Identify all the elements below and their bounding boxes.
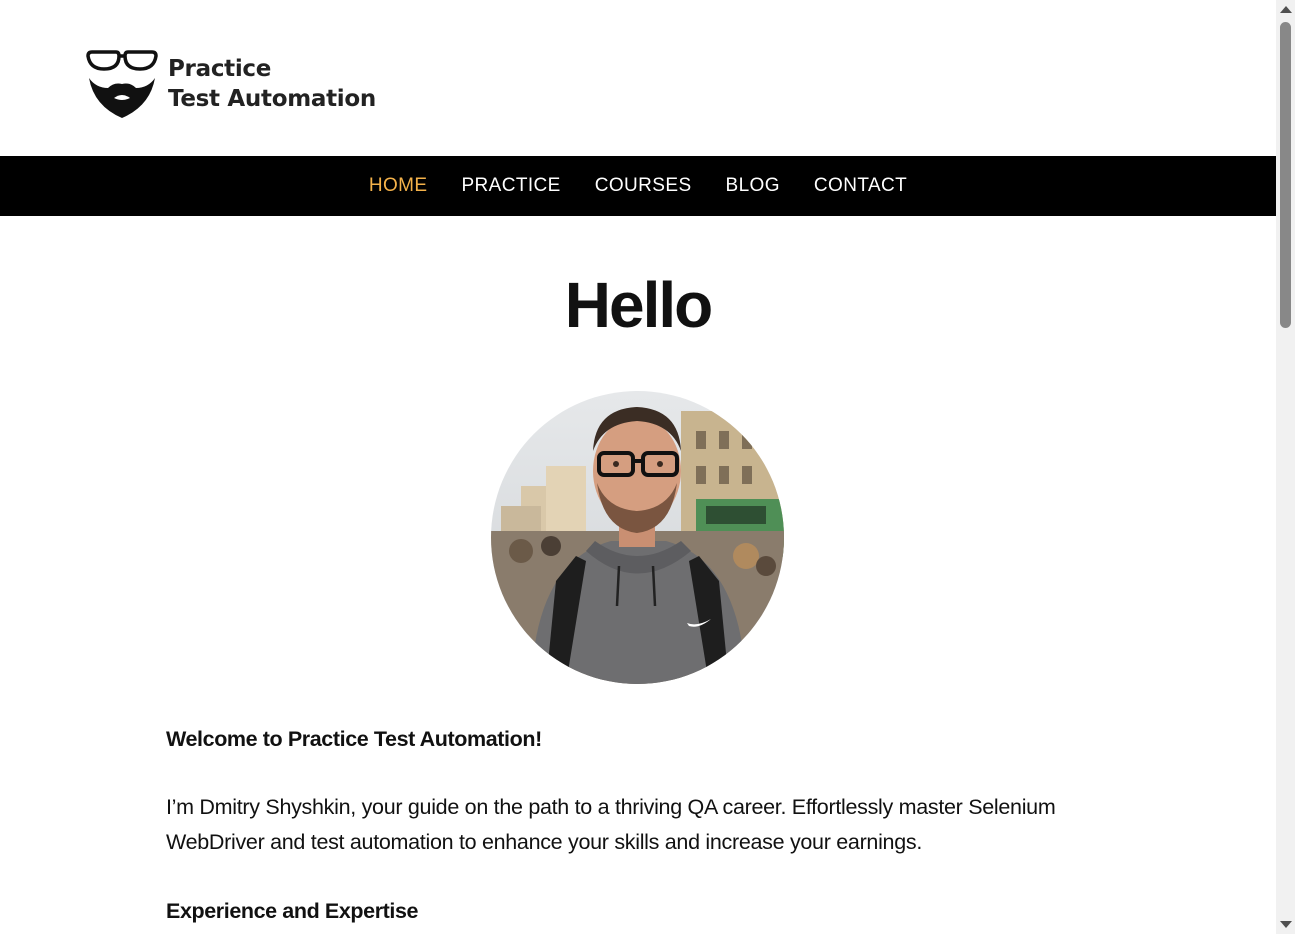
logo-line-1: Practice <box>168 56 272 82</box>
logo-line-2: Test Automation <box>168 86 376 112</box>
profile-photo <box>491 391 784 684</box>
vertical-scrollbar[interactable] <box>1276 0 1295 934</box>
intro-line-1: I’m Dmitry Shyshkin, your guide on the p… <box>166 795 1056 819</box>
welcome-heading: Welcome to Practice Test Automation! <box>166 727 542 751</box>
scroll-down-arrow-icon[interactable] <box>1280 921 1292 928</box>
glasses-beard-logo-icon <box>86 50 158 118</box>
scrollbar-thumb[interactable] <box>1280 22 1291 328</box>
nav-item-home[interactable]: HOME <box>369 175 428 197</box>
scroll-up-arrow-icon[interactable] <box>1280 6 1292 13</box>
nav-item-blog[interactable]: BLOG <box>726 175 780 197</box>
nav-item-courses[interactable]: COURSES <box>595 175 692 197</box>
nav-item-practice[interactable]: PRACTICE <box>461 175 560 197</box>
page-title: Hello <box>564 269 713 341</box>
intro-line-2: WebDriver and test automation to enhance… <box>166 830 922 854</box>
site-header: Practice Test Automation <box>0 0 1276 156</box>
profile-photo-illustration <box>491 391 784 684</box>
logo-text: Practice Test Automation <box>168 54 376 114</box>
site-logo[interactable]: Practice Test Automation <box>86 46 386 122</box>
experience-heading: Experience and Expertise <box>166 899 419 923</box>
intro-paragraph: I’m Dmitry Shyshkin, your guide on the p… <box>166 790 1126 860</box>
main-nav: HOME PRACTICE COURSES BLOG CONTACT <box>0 156 1276 216</box>
nav-item-contact[interactable]: CONTACT <box>814 175 907 197</box>
